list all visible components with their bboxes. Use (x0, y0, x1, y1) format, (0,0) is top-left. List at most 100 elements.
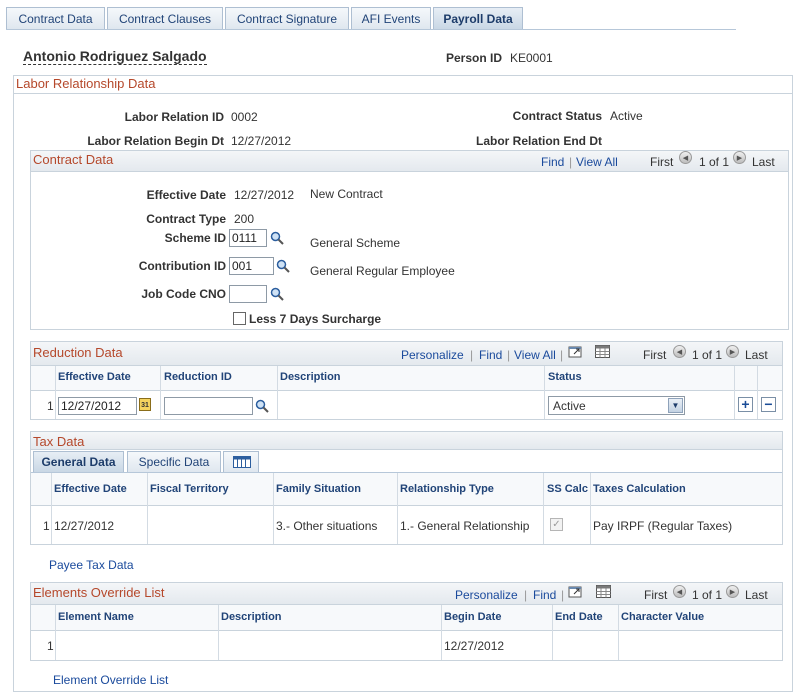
scheme-id-label: Scheme ID (164, 231, 226, 245)
labor-relation-id-value: 0002 (231, 110, 258, 124)
reduction-lookup-icon[interactable] (255, 399, 269, 413)
effective-date-description: New Contract (310, 187, 383, 201)
contribution-lookup-icon[interactable] (276, 259, 290, 273)
add-row-button[interactable]: + (738, 397, 753, 412)
reduction-next-icon[interactable]: ▶ (726, 345, 739, 358)
labor-begin-value: 12/27/2012 (231, 134, 292, 148)
elements-page-count: 1 of 1 (692, 588, 723, 602)
columns-icon (233, 456, 251, 468)
elements-prev-icon[interactable]: ◀ (673, 585, 686, 598)
payee-tax-data-link[interactable]: Payee Tax Data (49, 558, 134, 572)
separator: | (569, 155, 573, 169)
contract-view-all-link[interactable]: View All (576, 155, 618, 169)
col-character-value: Character Value (621, 611, 705, 623)
elements-find-link[interactable]: Find (533, 588, 556, 602)
reduction-id-input[interactable] (164, 397, 253, 415)
tab-contract-clauses[interactable]: Contract Clauses (107, 7, 223, 29)
calendar-icon[interactable]: 31 (139, 398, 151, 411)
tax-row-number: 1 (43, 519, 50, 533)
contract-page-count: 1 of 1 (699, 155, 730, 169)
elements-personalize-link[interactable]: Personalize (455, 588, 518, 602)
grid-divider (441, 605, 442, 660)
element-override-list-link[interactable]: Element Override List (53, 673, 168, 687)
delete-row-button[interactable]: − (761, 397, 776, 412)
new-window-icon[interactable] (568, 585, 583, 598)
tax-family-situation: 3.- Other situations (276, 519, 378, 533)
new-window-icon[interactable] (568, 345, 583, 358)
contract-last-label: Last (752, 155, 775, 169)
labor-begin-label: Labor Relation Begin Dt (87, 134, 224, 148)
grid-divider (277, 366, 278, 419)
tab-specific-data[interactable]: Specific Data (127, 451, 221, 472)
tax-header (31, 432, 782, 450)
col-reduction-id: Reduction ID (164, 371, 232, 383)
elements-last-label: Last (745, 588, 768, 602)
separator: | (470, 348, 474, 362)
separator: | (507, 348, 511, 362)
chevron-down-icon[interactable]: ▼ (668, 398, 683, 413)
contribution-id-label: Contribution ID (138, 259, 226, 273)
effective-date-label: Effective Date (146, 188, 226, 202)
grid-divider (218, 605, 219, 660)
reduction-page-count: 1 of 1 (692, 348, 723, 362)
contract-status-value: Active (610, 109, 643, 123)
tab-contract-signature[interactable]: Contract Signature (225, 7, 349, 29)
reduction-view-all-link[interactable]: View All (514, 348, 556, 362)
contract-type-label: Contract Type (146, 212, 226, 226)
reduction-first-label: First (643, 348, 667, 362)
element-begin-date: 12/27/2012 (444, 639, 505, 653)
grid-view-icon[interactable] (596, 585, 611, 598)
ss-calc-checkbox: ✓ (550, 518, 563, 531)
labor-relationship-title: Labor Relationship Data (16, 76, 156, 91)
scheme-id-input[interactable] (229, 229, 267, 247)
tab-payroll-data[interactable]: Payroll Data (433, 7, 523, 29)
grid-divider (543, 473, 544, 544)
col-relationship-type: Relationship Type (400, 483, 494, 495)
reduction-effective-date-input[interactable] (58, 397, 137, 415)
tax-taxes-calculation: Pay IRPF (Regular Taxes) (593, 519, 733, 533)
contract-find-link[interactable]: Find (541, 155, 564, 169)
separator: | (560, 348, 564, 362)
reduction-personalize-link[interactable]: Personalize (401, 348, 464, 362)
contract-first-label: First (650, 155, 674, 169)
grid-divider (147, 473, 148, 544)
person-name: Antonio Rodriguez Salgado (23, 48, 207, 65)
col-status: Status (548, 371, 582, 383)
tab-afi-events[interactable]: AFI Events (351, 7, 431, 29)
grid-divider (273, 473, 274, 544)
tab-contract-data[interactable]: Contract Data (6, 7, 105, 29)
job-code-label: Job Code CNO (141, 287, 226, 301)
reduction-prev-icon[interactable]: ◀ (673, 345, 686, 358)
reduction-last-label: Last (745, 348, 768, 362)
tabs-divider (6, 29, 736, 30)
col-description: Description (280, 371, 341, 383)
reduction-row-number: 1 (47, 399, 54, 413)
reduction-find-link[interactable]: Find (479, 348, 502, 362)
person-id-value: KE0001 (510, 51, 553, 65)
grid-divider (552, 605, 553, 660)
elements-next-icon[interactable]: ▶ (726, 585, 739, 598)
contract-next-icon[interactable]: ▶ (733, 151, 746, 164)
job-code-lookup-icon[interactable] (270, 287, 284, 301)
contract-prev-icon[interactable]: ◀ (679, 151, 692, 164)
contribution-id-input[interactable] (229, 257, 274, 275)
elements-first-label: First (644, 588, 668, 602)
show-all-columns-icon[interactable] (223, 451, 259, 472)
grid-divider (55, 605, 56, 660)
surcharge-checkbox[interactable] (233, 312, 246, 325)
labor-relation-id-label: Labor Relation ID (124, 110, 224, 124)
tab-general-data[interactable]: General Data (33, 451, 124, 472)
grid-divider (397, 473, 398, 544)
grid-view-icon[interactable] (595, 345, 610, 358)
grid-divider (51, 473, 52, 544)
col-family-situation: Family Situation (276, 483, 361, 495)
col-fiscal-territory: Fiscal Territory (150, 483, 229, 495)
status-select[interactable]: Active ▼ (548, 396, 685, 415)
tax-relationship-type: 1.- General Relationship (400, 519, 530, 533)
job-code-input[interactable] (229, 285, 267, 303)
contribution-description: General Regular Employee (310, 264, 455, 278)
element-row-number: 1 (47, 639, 54, 653)
surcharge-label: Less 7 Days Surcharge (249, 312, 382, 326)
scheme-lookup-icon[interactable] (270, 231, 284, 245)
col-ss-calc: SS Calc (547, 483, 588, 495)
